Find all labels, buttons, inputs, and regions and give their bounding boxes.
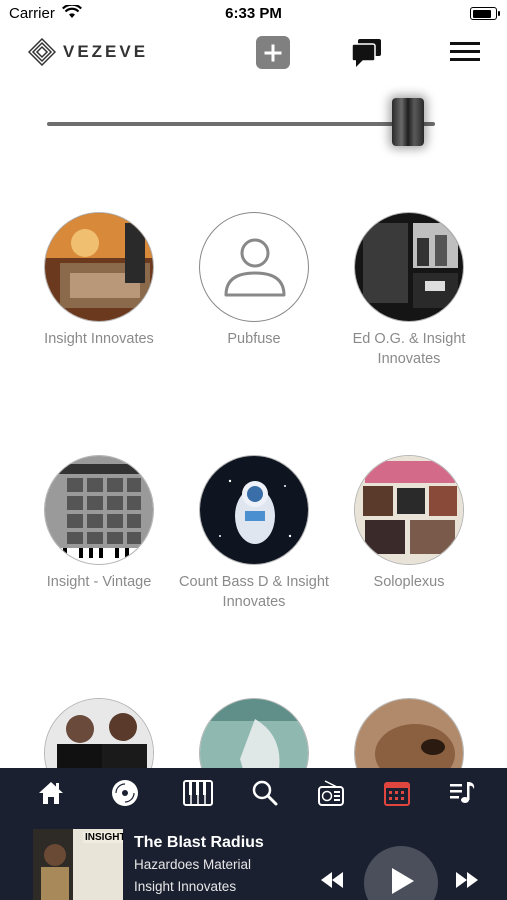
app-header: VEZEVE [0,28,507,78]
artist-name: Insight - Vintage [46,574,152,590]
tab-home[interactable] [35,778,67,808]
tab-playlist[interactable] [446,778,478,808]
slider-thumb[interactable] [391,98,424,146]
tab-piano[interactable] [182,778,214,808]
logo-text: VEZEVE [63,42,149,61]
artist-item[interactable]: Count Bass D & Insight Innovates [179,455,329,612]
tab-bar [0,768,507,818]
artist-name: Count Bass D & Insight Innovates [179,574,329,610]
bottom-bar: INSIGHT The Blast Radius Hazardoes Mater… [0,768,507,900]
piano-keys-icon [183,780,213,806]
now-playing-bar[interactable]: INSIGHT The Blast Radius Hazardoes Mater… [0,826,507,900]
fast-forward-icon[interactable] [455,872,479,888]
battery-icon [470,7,500,20]
hamburger-menu-icon[interactable] [450,42,480,62]
default-person-icon [224,238,286,297]
artist-item[interactable]: Insight Innovates [24,212,174,349]
artist-avatar[interactable] [44,212,154,322]
artist-name: Insight Innovates [44,331,154,347]
search-icon [252,780,278,806]
vinyl-disc-icon [112,780,138,806]
zoom-slider[interactable] [47,92,467,152]
artist-avatar[interactable] [199,212,309,322]
artist-avatar[interactable] [354,455,464,565]
artist-name: Soloplexus [373,574,445,590]
app-logo[interactable]: VEZEVE [28,38,148,66]
artist-item[interactable]: Ed O.G. & Insight Innovates [334,212,484,369]
play-button[interactable] [364,846,438,900]
artist-item[interactable]: Pubfuse [179,212,329,349]
add-button[interactable] [256,36,290,69]
track-album: Hazardoes Material [134,857,252,872]
status-bar: Carrier 6:33 PM [0,0,507,28]
tab-calendar[interactable] [381,778,413,808]
logo-mark-icon [28,38,56,66]
rewind-icon[interactable] [320,872,344,888]
track-artist: Insight Innovates [134,879,237,894]
calendar-icon [384,782,410,806]
radio-icon [318,780,344,806]
artist-name: Pubfuse [227,331,281,347]
artist-item[interactable]: Insight - Vintage [24,455,174,592]
track-title: The Blast Radius [134,834,264,851]
tab-radio[interactable] [315,778,347,808]
artist-avatar[interactable] [44,455,154,565]
tab-search[interactable] [249,778,281,808]
tab-vinyl[interactable] [109,778,141,808]
album-cover[interactable]: INSIGHT [33,829,123,900]
music-list-icon [450,782,475,803]
chat-bubbles-icon[interactable] [350,38,382,68]
artist-name: Ed O.G. & Insight Innovates [352,331,466,367]
artist-avatar[interactable] [354,212,464,322]
album-cover-text: INSIGHT [83,832,123,843]
home-icon [39,782,63,804]
slider-track[interactable] [47,122,435,126]
status-time: 6:33 PM [225,5,282,22]
artist-avatar[interactable] [199,455,309,565]
battery-fill [472,9,492,18]
artist-item[interactable]: Soloplexus [334,455,484,592]
